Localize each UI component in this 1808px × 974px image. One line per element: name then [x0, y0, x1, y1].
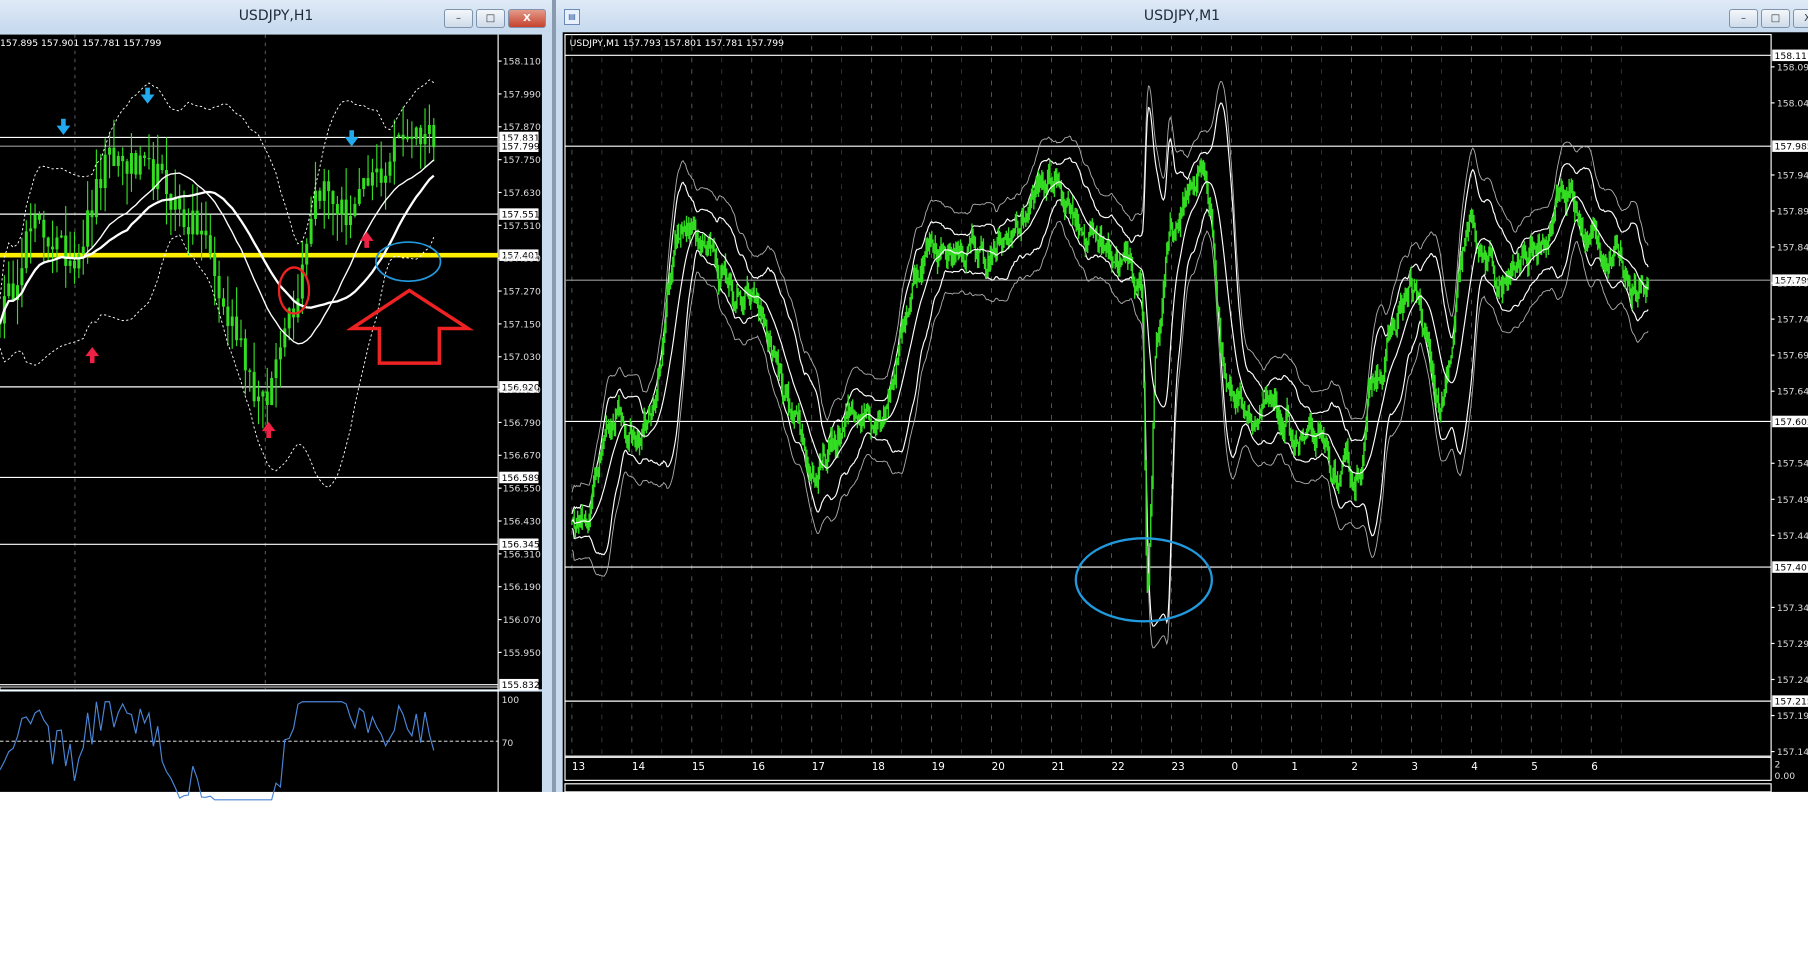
left-window-titlebar[interactable]: USDJPY,H1 – □ X [0, 0, 552, 32]
minimize-button[interactable]: – [1729, 9, 1758, 28]
left-chart-window[interactable]: USDJPY,H1 – □ X [0, 0, 552, 792]
maximize-button[interactable]: □ [1761, 9, 1790, 28]
maximize-button[interactable]: □ [476, 9, 505, 28]
close-button[interactable]: X [508, 9, 546, 28]
minimize-button[interactable]: – [444, 9, 473, 28]
right-window-titlebar[interactable]: ▤ USDJPY,M1 – □ X [556, 0, 1808, 32]
close-button[interactable]: X [1793, 9, 1808, 28]
right-window-title: USDJPY,M1 [1143, 8, 1221, 24]
right-chart-window[interactable]: ▤ USDJPY,M1 – □ X [556, 0, 1808, 792]
